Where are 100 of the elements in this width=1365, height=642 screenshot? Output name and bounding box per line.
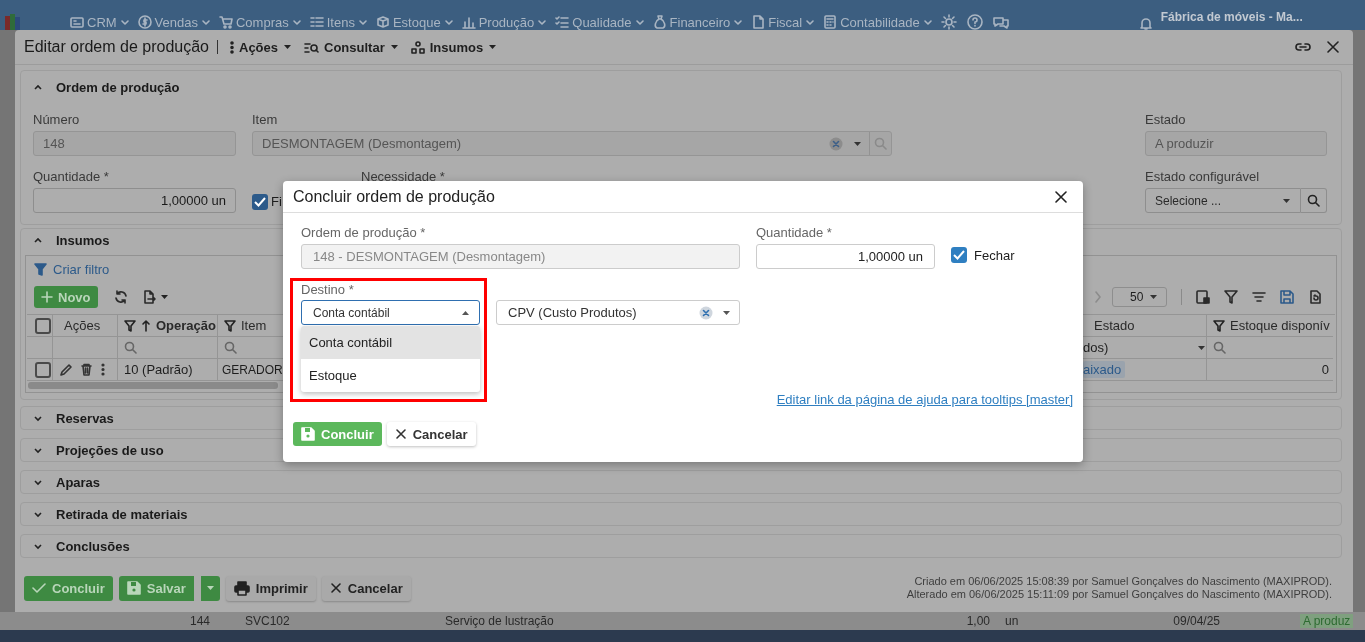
account-select[interactable]: CPV (Custo Produtos) xyxy=(496,300,740,325)
checkbox[interactable] xyxy=(34,317,51,334)
field-label: Quantidade * xyxy=(33,169,110,185)
table-cell-text: un xyxy=(1005,614,1020,628)
bell-icon[interactable] xyxy=(1138,16,1153,30)
trash-icon[interactable] xyxy=(80,363,93,376)
field-label: Ordem de produção * xyxy=(301,225,427,241)
window-title: Editar ordem de produção xyxy=(24,38,209,56)
reset-layout-icon[interactable] xyxy=(1308,290,1322,304)
document-icon xyxy=(751,15,766,29)
table-cell-text: SVC102 xyxy=(245,614,291,628)
status-tag: aixado xyxy=(1083,361,1126,378)
caret-icon xyxy=(159,293,169,301)
search-icon xyxy=(874,137,887,150)
checkbox[interactable] xyxy=(34,361,51,378)
company-name[interactable]: Fábrica de móveis - Ma... xyxy=(1160,10,1303,24)
quantity-field[interactable]: 1,00000 un xyxy=(756,244,935,269)
chevron-icon xyxy=(634,17,645,27)
save-icon[interactable] xyxy=(1280,290,1294,304)
column-header[interactable]: Estoque disponív xyxy=(1213,318,1330,333)
help-icon[interactable] xyxy=(966,14,983,30)
clear-icon[interactable] xyxy=(829,136,843,151)
caret-icon xyxy=(488,43,498,51)
field-label: Quantidade * xyxy=(756,225,833,241)
section-title[interactable]: Conclusões xyxy=(56,538,130,554)
field-label: Item xyxy=(252,112,279,128)
filter-icon[interactable] xyxy=(34,262,47,276)
cancel-button[interactable]: Cancelar xyxy=(321,575,411,601)
link-icon[interactable] xyxy=(1295,40,1311,54)
close-icon[interactable] xyxy=(1055,190,1067,203)
chevron-icon[interactable] xyxy=(33,413,43,423)
dropdown-option[interactable]: Estoque xyxy=(301,359,480,392)
chevron-icon[interactable] xyxy=(33,445,43,455)
section-title[interactable]: Retirada de materiais xyxy=(56,506,188,522)
chevron-icon[interactable] xyxy=(33,509,43,519)
menu-button[interactable]: Ações xyxy=(230,39,293,55)
pencil-icon[interactable] xyxy=(59,363,72,376)
chevron-icon[interactable] xyxy=(33,235,43,245)
audit-text: Alterado em 06/06/2025 15:11:09 por Samuel Gonçalves do Nascimento (MAXIPROD). xyxy=(906,588,1332,601)
audit-text: Criado em 06/06/2025 15:08:39 por Samuel Gonçalves do Nascimento (MAXIPROD). xyxy=(913,575,1332,588)
checkbox-label: Fi xyxy=(271,194,282,210)
checkbox[interactable] xyxy=(252,194,268,210)
close-icon xyxy=(329,582,342,594)
checkbox-label: Fechar xyxy=(974,247,1015,263)
search-button[interactable] xyxy=(1301,188,1327,213)
section-title[interactable]: Projeções de uso xyxy=(56,442,164,458)
quantity-field[interactable]: 1,00000 un xyxy=(33,188,236,213)
destination-select[interactable]: Conta contábil xyxy=(301,300,480,325)
close-icon xyxy=(394,428,407,440)
caret-icon xyxy=(722,308,731,317)
section-title[interactable]: Aparas xyxy=(56,474,101,490)
column-header[interactable]: Ações xyxy=(59,318,101,333)
column-header[interactable]: Estado xyxy=(1089,318,1135,333)
cancel-button[interactable]: Cancelar xyxy=(386,422,476,446)
chevron-icon xyxy=(922,17,933,27)
scrollbar[interactable] xyxy=(28,382,278,389)
filter-icon[interactable] xyxy=(1224,290,1238,304)
column-header[interactable]: Operação xyxy=(124,318,216,333)
print-button[interactable]: Imprimir xyxy=(225,575,316,601)
search-icon xyxy=(224,341,237,354)
dropdown-option[interactable]: Conta contábil xyxy=(301,326,480,359)
state-select[interactable]: Selecione ... xyxy=(1145,188,1301,213)
caret-icon xyxy=(389,43,399,51)
caret-icon xyxy=(1197,343,1206,352)
chevron-icon xyxy=(119,17,130,27)
chevron-icon[interactable] xyxy=(33,82,43,92)
chevron-icon[interactable] xyxy=(33,541,43,551)
sort-icon[interactable] xyxy=(1252,290,1266,304)
shapes-icon xyxy=(410,40,425,54)
menu-button[interactable]: Consultar xyxy=(304,39,399,55)
refresh-icon[interactable] xyxy=(113,290,128,304)
column-header[interactable]: Item xyxy=(224,318,267,333)
table-cell: 10 (Padrão) xyxy=(118,359,218,381)
coin-icon xyxy=(137,15,152,29)
table-cell: 0 xyxy=(1207,359,1333,381)
close-icon[interactable] xyxy=(1327,41,1339,53)
section-title[interactable]: Insumos xyxy=(56,232,110,248)
status-tag: A produz xyxy=(1300,614,1354,628)
page-size-select[interactable]: 50 xyxy=(1112,287,1167,307)
section-title[interactable]: Reservas xyxy=(56,410,114,426)
chevron-icon[interactable] xyxy=(33,477,43,487)
column-chooser-icon[interactable] xyxy=(1196,290,1210,304)
menu-button[interactable]: Insumos xyxy=(410,39,498,55)
calculator-icon xyxy=(823,15,838,29)
field-label: Estado configurável xyxy=(1145,169,1261,185)
chevron-icon xyxy=(357,17,368,27)
cart-icon xyxy=(219,15,233,29)
filter-select[interactable]: dos) xyxy=(1083,340,1109,355)
field-label: Estado xyxy=(1145,112,1187,128)
export-icon[interactable] xyxy=(141,290,156,304)
filter-icon xyxy=(224,319,236,332)
caret-icon xyxy=(1282,196,1291,205)
section-title[interactable]: Ordem de produção xyxy=(56,79,180,95)
more-icon xyxy=(230,40,234,54)
checkbox[interactable] xyxy=(951,247,967,263)
more-icon[interactable] xyxy=(101,363,105,376)
help-link[interactable]: Editar link da página de ajuda para tooltips [master] xyxy=(776,392,1073,407)
nav-menu-item[interactable]: Fiscal xyxy=(751,14,816,30)
clear-icon[interactable] xyxy=(699,305,713,320)
chat-icon[interactable] xyxy=(992,15,1009,29)
